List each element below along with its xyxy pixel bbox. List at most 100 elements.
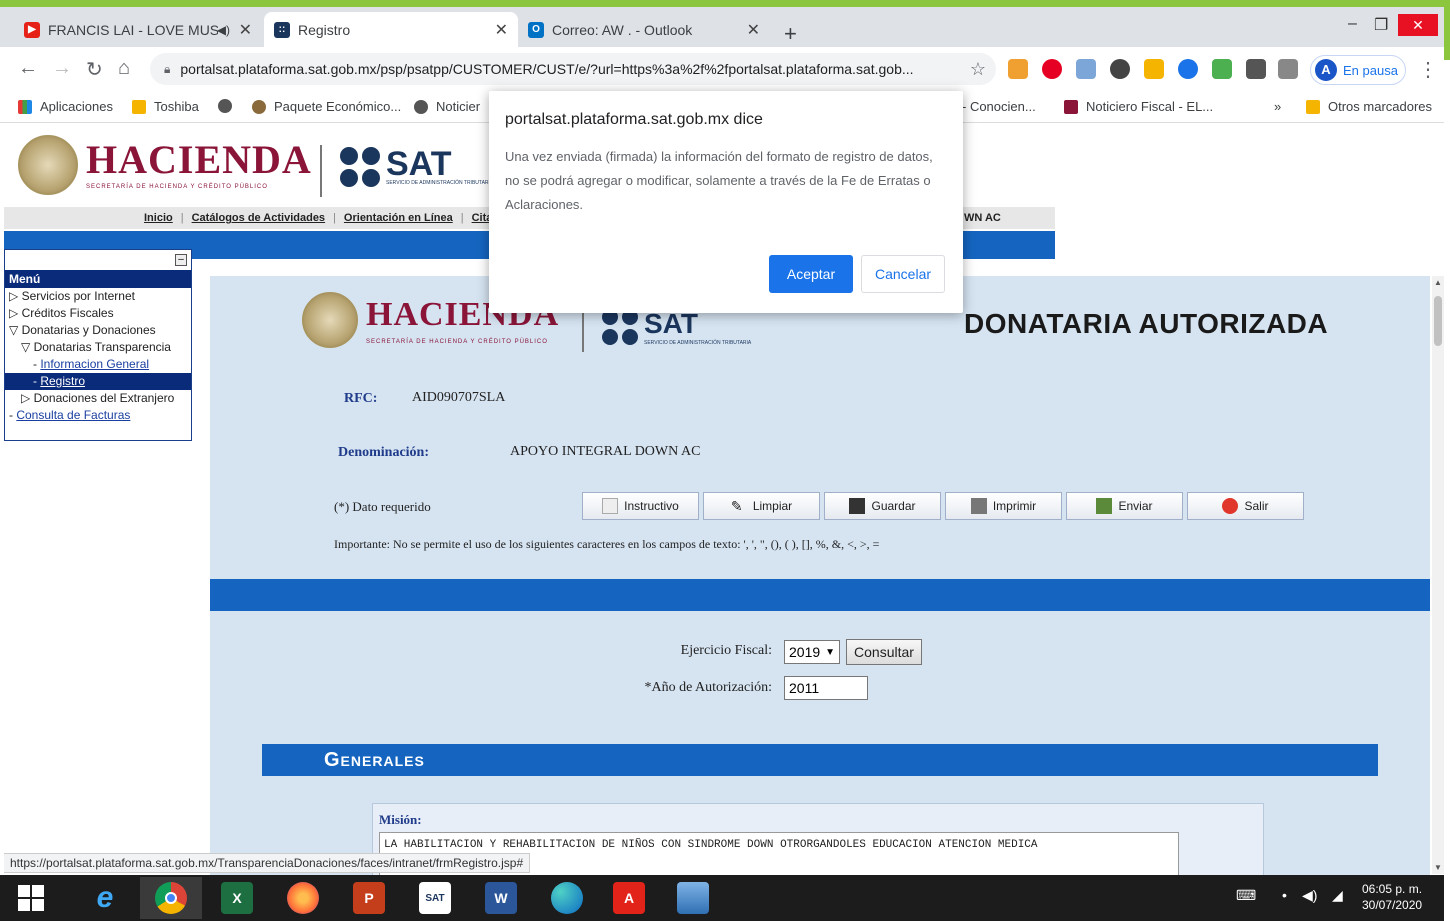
ejercicio-label: Ejercicio Fiscal: — [680, 643, 772, 658]
anio-input[interactable]: 2011 — [784, 676, 868, 700]
bookmark-otros[interactable]: Otros marcadores — [1306, 99, 1432, 114]
tray-overflow-icon[interactable]: • — [1282, 887, 1287, 903]
dialog-message-line: no se podrá agregar o modificar, solamen… — [505, 173, 931, 212]
address-bar[interactable]: 🔒︎ portalsat.plataforma.sat.gob.mx/psp/p… — [150, 53, 996, 85]
scroll-up-icon[interactable]: ▲ — [1434, 278, 1442, 287]
consultar-button[interactable]: Consultar — [846, 639, 922, 665]
search-icon[interactable] — [1110, 59, 1130, 79]
taskbar-acrobat[interactable]: A — [598, 877, 660, 919]
tab-registro[interactable]: :: Registro ✕ — [264, 12, 518, 47]
salir-button[interactable]: Salir — [1187, 492, 1304, 520]
scroll-down-icon[interactable]: ▼ — [1434, 863, 1442, 872]
bookmarks-overflow[interactable]: » — [1274, 99, 1281, 114]
taskbar-firefox[interactable] — [272, 877, 334, 919]
close-icon[interactable]: ✕ — [495, 20, 508, 40]
taskbar-sat[interactable]: SAT — [404, 877, 466, 919]
sidebar-item-registro[interactable]: - Registro — [5, 373, 191, 390]
scroll-thumb[interactable] — [1434, 296, 1442, 346]
taskbar-word[interactable]: W — [470, 877, 532, 919]
close-icon[interactable]: ✕ — [239, 20, 252, 40]
bookmark-label: Noticiero Fiscal - EL... — [1086, 99, 1214, 114]
lock-icon[interactable]: 🔒︎ — [164, 62, 170, 77]
sidebar-item-facturas[interactable]: - Consulta de Facturas — [5, 407, 191, 424]
reload-icon[interactable]: ↻ — [86, 57, 103, 82]
minimize-icon[interactable]: – — [1348, 15, 1357, 33]
extension-icon[interactable] — [1144, 59, 1164, 79]
taskbar-chrome[interactable] — [140, 877, 202, 919]
windows-icon — [18, 885, 44, 911]
taskbar-photos[interactable] — [662, 877, 724, 919]
taskbar-excel[interactable]: X — [206, 877, 268, 919]
bookmark-conocien[interactable]: - Conocien... — [962, 99, 1036, 114]
forward-icon[interactable]: → — [52, 57, 72, 80]
imprimir-button[interactable]: Imprimir — [945, 492, 1062, 520]
page-scrollbar[interactable]: ▲ ▼ — [1432, 276, 1444, 874]
close-icon[interactable]: ✕ — [747, 20, 760, 40]
instructivo-button[interactable]: Instructivo — [582, 492, 699, 520]
bookmark-globe[interactable] — [218, 99, 240, 113]
window-close-icon[interactable]: ✕ — [1398, 14, 1438, 36]
green-border-right — [1444, 0, 1450, 60]
sidebar-item-servicios[interactable]: ▷ Servicios por Internet — [5, 288, 191, 305]
sidebar-item-creditos[interactable]: ▷ Créditos Fiscales — [5, 305, 191, 322]
globe-icon — [414, 99, 428, 114]
back-icon[interactable]: ← — [18, 57, 38, 80]
pinterest-icon[interactable] — [1042, 59, 1062, 79]
eraser-icon: ✎ — [730, 498, 743, 514]
bookmark-noticier[interactable]: Noticier — [414, 99, 480, 114]
guardar-button[interactable]: Guardar — [824, 492, 941, 520]
menu-inicio[interactable]: Inicio — [144, 212, 173, 224]
profile-button[interactable]: A En pausa — [1310, 55, 1406, 85]
extension-icon[interactable] — [1076, 59, 1096, 79]
new-tab-button[interactable]: + — [784, 21, 797, 47]
seal-icon — [252, 99, 266, 114]
sidebar-item-informacion[interactable]: - Informacion General — [5, 356, 191, 373]
sidebar-item-extranjero[interactable]: ▷ Donaciones del Extranjero — [5, 390, 191, 407]
menu-icon[interactable]: ⋮ — [1418, 57, 1438, 82]
sidebar-item-transparencia[interactable]: ▽ Donatarias Transparencia — [5, 339, 191, 356]
taskbar-ie[interactable]: e — [74, 877, 136, 919]
tab-outlook[interactable]: O Correo: AW . - Outlook ✕ — [518, 12, 770, 47]
browser-toolbar: ← → ↻ ⌂ 🔒︎ portalsat.plataforma.sat.gob.… — [0, 47, 1444, 91]
limpiar-button[interactable]: ✎ Limpiar — [703, 492, 820, 520]
puzzle-icon[interactable] — [1246, 59, 1266, 79]
bookmark-toshiba[interactable]: Toshiba — [132, 99, 199, 114]
bookmark-noticiero-fiscal[interactable]: Noticiero Fiscal - EL... — [1064, 99, 1213, 114]
menu-catalogos[interactable]: Catálogos de Actividades — [192, 212, 325, 224]
taskbar-powerpoint[interactable]: P — [338, 877, 400, 919]
network-icon[interactable]: ◢ — [1332, 887, 1343, 904]
taskbar-edge[interactable] — [536, 877, 598, 919]
home-icon[interactable]: ⌂ — [118, 57, 130, 80]
tab-youtube[interactable]: ▶ FRANCIS LAI - LOVE MUSIC ◀) ✕ — [14, 12, 262, 47]
accept-button[interactable]: Aceptar — [769, 255, 853, 293]
dialog-message-line: Una vez enviada (firmada) la información… — [505, 149, 933, 164]
ejercicio-select[interactable]: 2019 ▼ — [784, 640, 840, 664]
printer-icon — [970, 498, 987, 514]
menu-orientacion[interactable]: Orientación en Línea — [344, 212, 453, 224]
section-band — [210, 579, 1430, 611]
clock[interactable]: 06:05 p. m. 30/07/2020 — [1362, 881, 1422, 913]
url-text: portalsat.plataforma.sat.gob.mx/psp/psat… — [180, 61, 914, 77]
restore-icon[interactable]: ❐ — [1374, 15, 1388, 35]
keyboard-icon[interactable]: ⌨ — [1236, 887, 1256, 904]
volume-icon[interactable]: ◀) — [1302, 887, 1317, 904]
extension-icon[interactable] — [1178, 59, 1198, 79]
bookmark-apps[interactable]: Aplicaciones — [18, 99, 113, 114]
extension-icon[interactable] — [1008, 59, 1028, 79]
collapse-icon[interactable]: – — [175, 254, 187, 266]
denominacion-value: APOYO INTEGRAL DOWN AC — [510, 444, 701, 459]
extension-icon[interactable] — [1212, 59, 1232, 79]
cancel-button[interactable]: Cancelar — [861, 255, 945, 293]
speaker-icon[interactable]: ◀) — [217, 23, 230, 37]
star-icon[interactable]: ☆ — [970, 59, 986, 80]
sidebar-item-donatarias[interactable]: ▽ Donatarias y Donaciones — [5, 322, 191, 339]
bookmark-label: Noticier — [436, 99, 481, 114]
enviar-button[interactable]: Enviar — [1066, 492, 1183, 520]
logo-divider — [320, 145, 322, 197]
denominacion-label: Denominación: — [338, 445, 429, 460]
powerpoint-icon: P — [353, 882, 385, 914]
bookmark-paquete[interactable]: Paquete Económico... — [252, 99, 401, 114]
media-icon[interactable] — [1278, 59, 1298, 79]
status-url: https://portalsat.plataforma.sat.gob.mx/… — [4, 853, 531, 873]
start-button[interactable] — [0, 877, 62, 919]
